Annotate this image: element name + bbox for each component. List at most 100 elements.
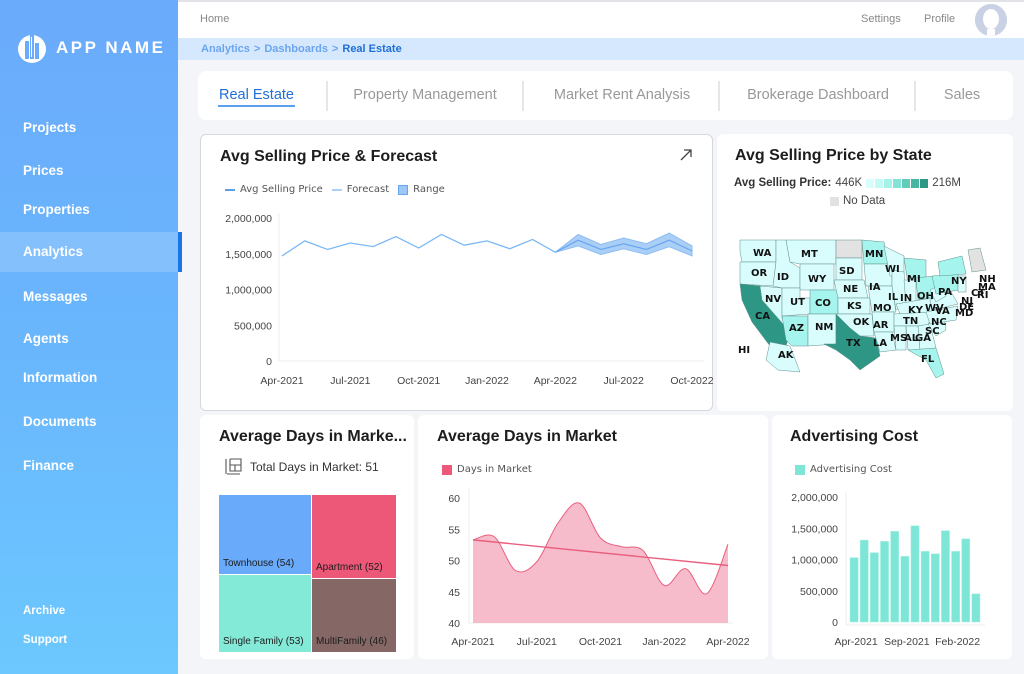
bar-nov-2021 <box>920 551 930 623</box>
sidebar-item-agents[interactable]: Agents <box>0 319 178 359</box>
avg-selling-price-line <box>281 233 556 257</box>
tab-divider <box>718 81 720 111</box>
state-label-ks: KS <box>847 301 862 312</box>
tab-brokerage-dashboard[interactable]: Brokerage Dashboard <box>744 71 892 120</box>
y-tick-label: 45 <box>448 587 460 599</box>
y-tick-label: 0 <box>832 617 838 629</box>
breadcrumb: Analytics > Dashboards > Real Estate <box>178 38 1024 60</box>
sidebar-item-analytics[interactable]: Analytics <box>0 232 178 272</box>
y-tick-label: 500,000 <box>800 586 838 598</box>
treemap-card: Average Days in Marke... Total Days in M… <box>200 415 414 659</box>
treemap-cell-apartment[interactable]: Apartment (52) <box>312 495 396 578</box>
x-tick-label: Jul-2021 <box>330 375 370 387</box>
state-ny <box>937 255 967 277</box>
state-label-or: OR <box>751 268 768 279</box>
bar-may-2021 <box>859 539 869 623</box>
sidebar-item-projects[interactable]: Projects <box>0 108 178 148</box>
state-label-tx: TX <box>846 338 861 349</box>
active-tab-underline <box>218 105 295 107</box>
bar-apr-2021 <box>849 557 859 623</box>
state-label-ct: CT <box>971 288 985 299</box>
profile-link[interactable]: Profile <box>924 13 955 25</box>
state-label-co: CO <box>815 298 831 309</box>
days-in-market-card: Average Days in Market Days in Market 40… <box>418 415 768 659</box>
y-tick-label: 500,000 <box>234 320 272 332</box>
treemap-cell-single-family[interactable]: Single Family (53) <box>219 575 311 652</box>
y-tick-label: 40 <box>448 618 460 630</box>
y-tick-label: 1,500,000 <box>791 523 838 535</box>
breadcrumb-dashboards[interactable]: Dashboards <box>264 43 328 55</box>
y-tick-label: 2,000,000 <box>791 492 838 504</box>
sidebar-item-messages[interactable]: Messages <box>0 277 178 317</box>
advertising-card: Advertising Cost Advertising Cost 0 500,0… <box>772 415 1012 659</box>
sidebar-item-information[interactable]: Information <box>0 358 178 398</box>
tab-divider <box>522 81 524 111</box>
sidebar-item-support[interactable]: Support <box>23 634 67 646</box>
sidebar-item-prices[interactable]: Prices <box>0 151 178 191</box>
y-tick-label: 0 <box>266 356 272 368</box>
state-label-wi: WI <box>885 264 900 275</box>
sidebar-item-documents[interactable]: Documents <box>0 402 178 442</box>
x-tick-label: Oct-2021 <box>579 636 622 648</box>
map-card: Avg Selling Price by State Avg Selling P… <box>717 134 1013 411</box>
sidebar-item-properties[interactable]: Properties <box>0 190 178 230</box>
treemap-cell-label: Apartment (52) <box>316 562 383 573</box>
home-link[interactable]: Home <box>200 13 229 25</box>
treemap-cell-label: Townhouse (54) <box>223 558 295 569</box>
bar-sep-2021 <box>900 556 910 623</box>
dashboard-tabs: Real Estate Property Management Market R… <box>198 71 1013 120</box>
treemap-chart: Townhouse (54) Apartment (52) Single Famil… <box>219 495 397 653</box>
bar-oct-2021 <box>910 525 920 623</box>
state-label-mo: MO <box>873 303 891 314</box>
state-label-wy: WY <box>808 274 827 285</box>
x-tick-label: Jan-2022 <box>642 636 686 648</box>
bar-feb-2022 <box>951 551 960 623</box>
state-label-la: LA <box>873 338 887 349</box>
forecast-range-band <box>555 232 693 257</box>
state-label-nm: NM <box>815 322 833 333</box>
bar-dec-2021 <box>930 553 940 623</box>
state-label-wa: WA <box>753 248 772 259</box>
state-label-az: AZ <box>789 323 804 334</box>
sidebar-item-finance[interactable]: Finance <box>0 446 178 486</box>
y-tick-label: 60 <box>448 493 460 505</box>
app-name: APP NAME <box>56 38 166 57</box>
breadcrumb-current: Real Estate <box>342 43 402 55</box>
breadcrumb-separator: > <box>253 43 261 55</box>
tab-property-management[interactable]: Property Management <box>348 71 502 120</box>
active-nav-indicator <box>178 232 182 272</box>
x-tick-label: Apr-2022 <box>534 375 577 387</box>
x-tick-label: Jul-2021 <box>517 636 557 648</box>
breadcrumb-analytics[interactable]: Analytics <box>201 43 250 55</box>
state-label-mi: MI <box>907 274 921 285</box>
state-label-ga: GA <box>915 333 931 344</box>
forecast-chart: 0 500,000 1,000,000 1,500,000 2,000,000 Apr-2… <box>225 213 714 387</box>
bar-aug-2021 <box>890 531 900 623</box>
treemap-cell-multifamily[interactable]: MultiFamily (46) <box>312 579 396 652</box>
avatar[interactable] <box>975 4 1007 36</box>
state-label-va: VA <box>935 306 950 317</box>
state-label-ca: CA <box>755 311 770 322</box>
state-label-ut: UT <box>790 297 805 308</box>
treemap-icon <box>225 458 242 475</box>
state-label-ny: NY <box>951 276 967 287</box>
tab-real-estate[interactable]: Real Estate <box>218 71 295 120</box>
x-tick-label: Apr-2021 <box>260 375 303 387</box>
app-logo[interactable]: APP NAME <box>16 32 165 64</box>
state-label-ia: IA <box>869 282 881 293</box>
x-tick-label: Apr-2021 <box>834 636 877 648</box>
settings-link[interactable]: Settings <box>861 13 901 25</box>
state-label-pa: PA <box>938 287 952 298</box>
treemap-cell-townhouse[interactable]: Townhouse (54) <box>219 495 311 574</box>
us-map: WA MT MNOR ID WYSD WIMI NY NHMARICTNJDEMDIANEIL… <box>738 239 996 379</box>
x-tick-label: Apr-2021 <box>451 636 494 648</box>
sidebar-item-archive[interactable]: Archive <box>23 605 65 617</box>
x-tick-label: Jul-2022 <box>604 375 644 387</box>
y-tick-label: 1,000,000 <box>791 555 838 567</box>
bar-jul-2021 <box>880 541 889 623</box>
advertising-bar-chart: 0 500,000 1,000,000 1,500,000 2,000,000 Apr-2… <box>791 492 985 648</box>
tab-sales[interactable]: Sales <box>938 71 986 120</box>
y-tick-label: 1,000,000 <box>225 285 272 297</box>
breadcrumb-separator: > <box>331 43 339 55</box>
tab-market-rent-analysis[interactable]: Market Rent Analysis <box>546 71 698 120</box>
